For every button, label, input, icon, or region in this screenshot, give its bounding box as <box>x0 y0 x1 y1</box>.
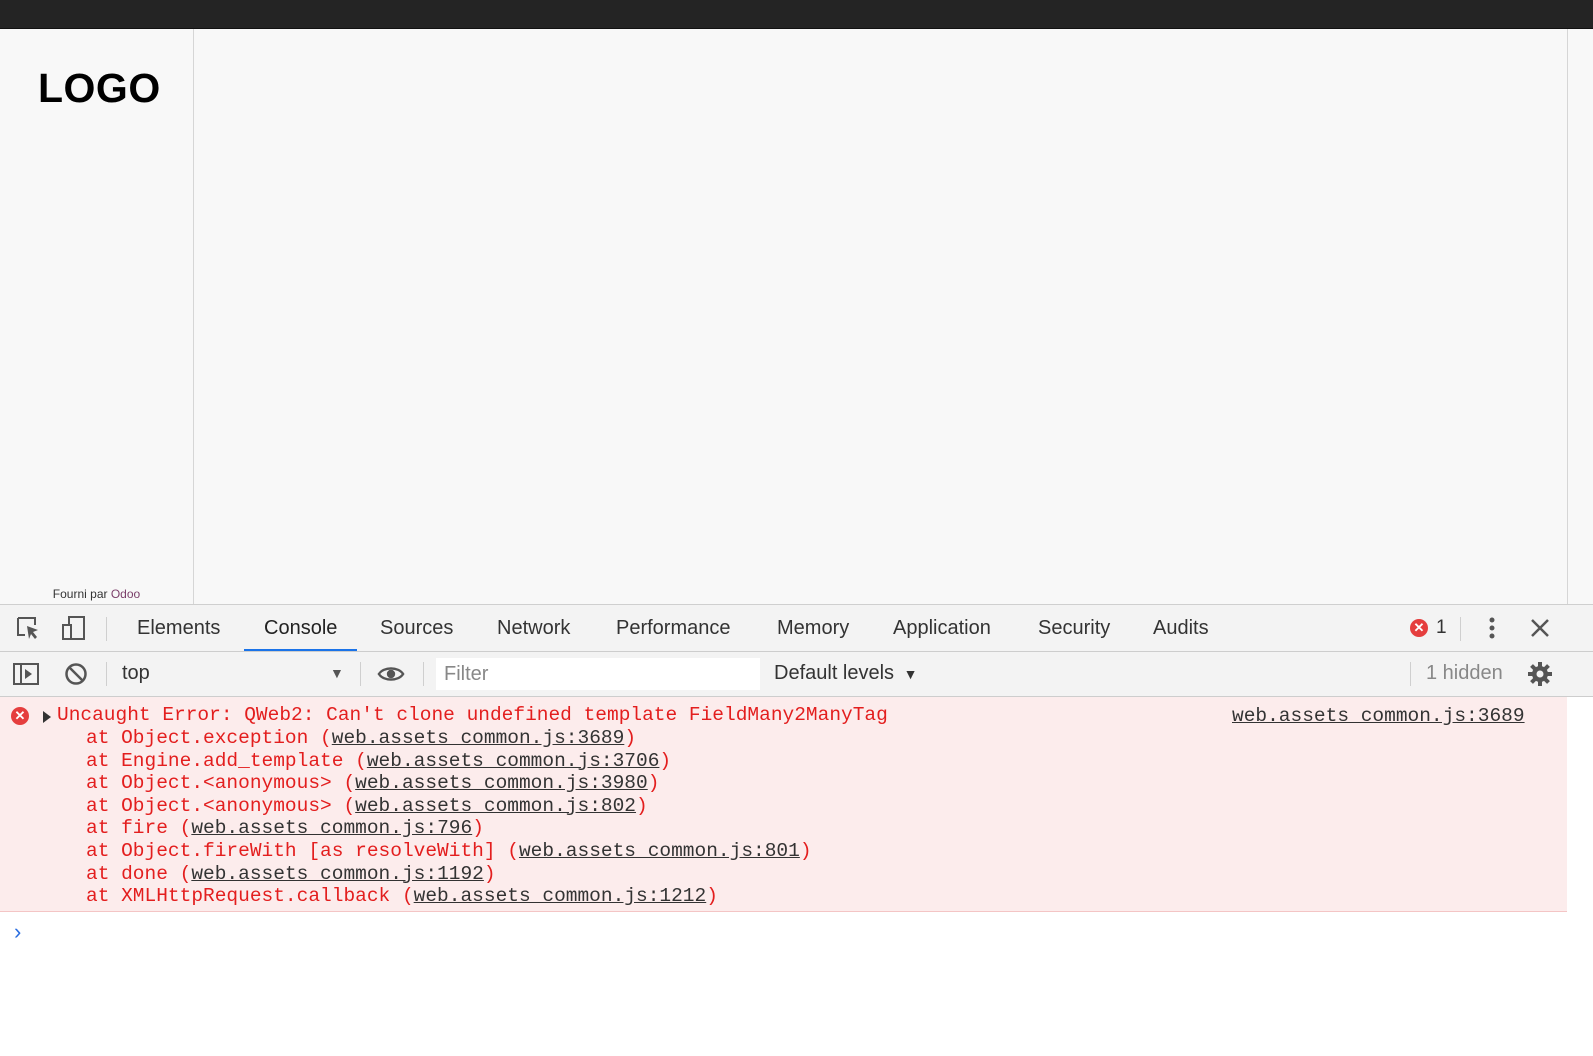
toolbar-separator <box>1410 662 1411 686</box>
stack-suffix: ) <box>659 749 672 772</box>
powered-by-prefix: Fourni par <box>52 587 108 601</box>
stack-suffix: ) <box>636 794 648 817</box>
stack-link[interactable]: web.assets_common.js:3980 <box>355 772 648 794</box>
stack-line: at fire (web.assets_common.js:796) <box>86 817 484 840</box>
tab-network[interactable]: Network <box>497 605 570 651</box>
stack-line: at Engine.add_template (web.assets_commo… <box>86 750 671 773</box>
console-prompt[interactable]: › <box>14 919 21 945</box>
tab-audits[interactable]: Audits <box>1153 605 1209 651</box>
stack-frame: at fire ( <box>86 817 192 840</box>
devtools-tabbar: Elements Console Sources Network Perform… <box>0 605 1593 652</box>
stack-frame: at Object.<anonymous> ( <box>86 794 356 817</box>
page-border <box>1567 29 1568 604</box>
error-counter[interactable]: ✕ 1 <box>1410 617 1447 639</box>
stack-suffix: ) <box>624 727 637 749</box>
stack-line: at done (web.assets_common.js:1192) <box>86 863 496 886</box>
chevron-down-icon: ▼ <box>903 666 918 682</box>
stack-link[interactable]: web.assets_common.js:802 <box>355 795 636 817</box>
hidden-count: 1 hidden <box>1426 662 1503 684</box>
stack-frame: at done ( <box>86 862 192 885</box>
browser-top-bar <box>0 0 1593 29</box>
eye-icon[interactable] <box>377 660 405 688</box>
gear-icon[interactable] <box>1526 660 1554 688</box>
log-levels-label: Default levels <box>774 662 895 684</box>
toolbar-separator <box>360 662 361 686</box>
console-toolbar: top ▼ Default levels ▼ 1 hidden <box>0 652 1593 697</box>
error-count: 1 <box>1436 617 1447 638</box>
tab-security[interactable]: Security <box>1038 605 1110 651</box>
stack-frame: at Object.exception ( <box>86 727 332 749</box>
close-icon[interactable] <box>1526 614 1554 642</box>
chevron-down-icon[interactable]: ▼ <box>330 665 344 681</box>
device-toolbar-icon[interactable] <box>60 614 88 642</box>
filter-input[interactable] <box>436 658 760 690</box>
toolbar-separator <box>423 662 424 686</box>
more-icon[interactable] <box>1478 614 1506 642</box>
stack-frame: at Object.fireWith [as resolveWith] ( <box>86 840 519 862</box>
tab-application[interactable]: Application <box>893 605 991 651</box>
stack-frame: at Engine.add_template ( <box>86 749 367 772</box>
odoo-link[interactable]: Odoo <box>111 587 140 601</box>
toolbar-separator <box>106 662 107 686</box>
console-output: ✕ Uncaught Error: QWeb2: Can't clone und… <box>0 697 1593 1056</box>
error-icon: ✕ <box>11 707 29 725</box>
sidebar-toggle-icon[interactable] <box>12 660 40 688</box>
stack-suffix: ) <box>799 840 812 862</box>
stack-suffix: ) <box>483 862 496 885</box>
stack-line: at Object.<anonymous> (web.assets_common… <box>86 772 659 795</box>
stack-frame: at Object.<anonymous> ( <box>86 772 356 795</box>
tabbar-separator <box>1460 617 1461 641</box>
stack-suffix: ) <box>472 817 484 840</box>
stack-suffix: ) <box>647 772 660 795</box>
error-icon: ✕ <box>1410 619 1428 637</box>
expand-triangle-icon[interactable] <box>43 711 51 723</box>
log-levels-dropdown[interactable]: Default levels ▼ <box>774 662 917 685</box>
tab-memory[interactable]: Memory <box>777 605 849 651</box>
powered-by: Fourni par Odoo <box>0 587 193 601</box>
error-text: Uncaught Error: QWeb2: Can't clone undef… <box>57 704 888 726</box>
logo[interactable]: LOGO <box>38 65 161 112</box>
tab-sources[interactable]: Sources <box>380 605 453 651</box>
inspect-icon[interactable] <box>14 614 42 642</box>
stack-line: at Object.fireWith [as resolveWith] (web… <box>86 840 812 863</box>
sidebar: LOGO Fourni par Odoo <box>0 29 194 604</box>
devtools-panel: Elements Console Sources Network Perform… <box>0 604 1593 1056</box>
tab-console[interactable]: Console <box>244 605 358 651</box>
stack-suffix: ) <box>706 885 718 908</box>
stack-link[interactable]: web.assets_common.js:1212 <box>414 885 707 907</box>
error-source-link[interactable]: web.assets_common.js:3689 <box>1232 705 1525 727</box>
stack-link[interactable]: web.assets_common.js:3706 <box>367 750 660 772</box>
stack-line: at Object.exception (web.assets_common.j… <box>86 727 636 750</box>
error-message: ✕ Uncaught Error: QWeb2: Can't clone und… <box>0 697 1567 912</box>
stack-frame: at XMLHttpRequest.callback ( <box>86 885 414 908</box>
stack-link[interactable]: web.assets_common.js:1192 <box>191 863 484 885</box>
tab-elements[interactable]: Elements <box>137 605 220 651</box>
context-selector[interactable]: top <box>122 662 150 685</box>
tab-performance[interactable]: Performance <box>616 605 731 651</box>
clear-console-icon[interactable] <box>62 660 90 688</box>
stack-line: at Object.<anonymous> (web.assets_common… <box>86 795 648 818</box>
stack-line: at XMLHttpRequest.callback (web.assets_c… <box>86 885 718 908</box>
tabbar-separator <box>106 617 107 641</box>
stack-link[interactable]: web.assets_common.js:3689 <box>332 727 625 749</box>
odoo-page: LOGO Fourni par Odoo <box>0 29 1593 604</box>
stack-link[interactable]: web.assets_common.js:796 <box>191 817 472 839</box>
stack-link[interactable]: web.assets_common.js:801 <box>519 840 800 862</box>
